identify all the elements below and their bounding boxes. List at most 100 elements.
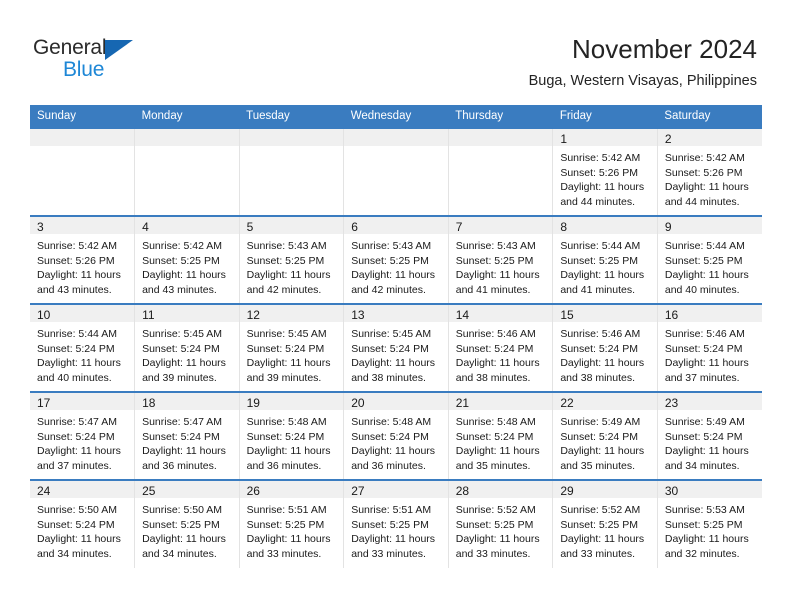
calendar-day-cell[interactable]: 21 Sunrise: 5:48 AM Sunset: 5:24 PM Dayligh… [448,391,554,480]
day-detail-line: Daylight: 11 hours [351,269,436,282]
day-number: 4 [142,220,149,234]
day-detail-line: and 37 minutes. [664,371,740,384]
calendar-day-cell[interactable]: 23 Sunrise: 5:49 AM Sunset: 5:24 PM Dayligh… [657,391,762,480]
day-detail-line: Daylight: 11 hours [142,269,226,282]
day-cell-details: Sunrise: 5:46 AM Sunset: 5:24 PM Daylight:… [658,322,762,385]
calendar-day-cell[interactable]: 27 Sunrise: 5:51 AM Sunset: 5:25 PM Dayligh… [343,479,449,568]
calendar-week-row: 1 Sunrise: 5:42 AM Sunset: 5:26 PM Daylight… [30,127,762,216]
day-number-band: 16 [657,305,762,322]
weekday-header-tuesday: Tuesday [239,105,344,128]
day-detail-line: and 38 minutes. [560,371,636,384]
day-number-band [30,129,135,146]
day-number: 29 [560,484,574,498]
day-cell-details [135,146,239,151]
day-number: 21 [455,396,470,410]
calendar-day-cell[interactable]: 1 Sunrise: 5:42 AM Sunset: 5:26 PM Daylight… [552,127,658,216]
day-cell-details: Sunrise: 5:43 AM Sunset: 5:25 PM Daylight:… [344,234,448,297]
day-number: 14 [455,308,470,322]
calendar-day-cell[interactable]: 11 Sunrise: 5:45 AM Sunset: 5:24 PM Dayligh… [134,303,240,392]
day-detail-line: Sunrise: 5:52 AM [455,504,536,516]
calendar-day-cell[interactable]: 16 Sunrise: 5:46 AM Sunset: 5:24 PM Dayligh… [657,303,762,392]
day-detail-line: Daylight: 11 hours [142,533,226,546]
day-number: 16 [664,308,679,322]
day-detail-line: Sunset: 5:25 PM [246,518,325,531]
calendar-day-cell[interactable]: 24 Sunrise: 5:50 AM Sunset: 5:24 PM Dayligh… [30,479,136,568]
calendar-day-cell[interactable]: 4 Sunrise: 5:42 AM Sunset: 5:25 PM Daylight… [134,215,240,304]
day-detail-line: and 43 minutes. [37,283,112,296]
calendar-day-cell[interactable]: 10 Sunrise: 5:44 AM Sunset: 5:24 PM Dayligh… [30,303,136,392]
day-detail-line: and 44 minutes. [664,195,740,208]
day-detail-line: Daylight: 11 hours [560,357,645,370]
calendar-day-cell[interactable]: 9 Sunrise: 5:44 AM Sunset: 5:25 PM Daylight… [657,215,762,304]
day-number-band: 25 [135,481,239,498]
day-detail-line: Sunset: 5:24 PM [246,430,325,443]
calendar-day-cell[interactable]: 14 Sunrise: 5:46 AM Sunset: 5:24 PM Dayligh… [448,303,554,392]
day-cell-details: Sunrise: 5:46 AM Sunset: 5:24 PM Daylight:… [449,322,553,385]
day-number: 23 [664,396,679,410]
calendar-day-cell[interactable]: 26 Sunrise: 5:51 AM Sunset: 5:25 PM Dayligh… [239,479,345,568]
day-detail-line: Sunset: 5:24 PM [455,342,534,355]
day-cell-details: Sunrise: 5:52 AM Sunset: 5:25 PM Daylight:… [553,498,657,561]
day-detail-line: and 40 minutes. [664,283,740,296]
day-cell-details: Sunrise: 5:48 AM Sunset: 5:24 PM Daylight:… [240,410,344,473]
day-detail-line: Sunset: 5:24 PM [37,342,115,355]
calendar-day-cell[interactable]: 19 Sunrise: 5:48 AM Sunset: 5:24 PM Dayligh… [239,391,345,480]
day-cell-details: Sunrise: 5:44 AM Sunset: 5:25 PM Daylight:… [553,234,657,297]
day-detail-line: Daylight: 11 hours [455,445,540,458]
day-detail-line: and 34 minutes. [664,459,740,472]
day-cell-details: Sunrise: 5:42 AM Sunset: 5:26 PM Daylight:… [553,146,657,209]
page-header: General Blue November 2024 Buga, Western… [0,0,792,103]
day-number: 9 [664,220,672,234]
calendar-day-cell[interactable]: 30 Sunrise: 5:53 AM Sunset: 5:25 PM Dayligh… [657,479,762,568]
day-number: 30 [664,484,679,498]
day-cell-details: Sunrise: 5:42 AM Sunset: 5:26 PM Daylight:… [30,234,134,297]
day-number-band: 30 [657,481,762,498]
day-detail-line: Sunset: 5:24 PM [560,430,638,443]
day-detail-line: Sunset: 5:24 PM [142,430,220,443]
weekday-header-friday: Friday [552,105,658,128]
calendar-day-cell[interactable]: 18 Sunrise: 5:47 AM Sunset: 5:24 PM Dayligh… [134,391,240,480]
day-detail-line: Sunrise: 5:42 AM [142,240,223,252]
calendar-day-cell[interactable]: 5 Sunrise: 5:43 AM Sunset: 5:25 PM Daylight… [239,215,345,304]
calendar-day-cell-empty [30,127,136,216]
calendar-day-cell[interactable]: 22 Sunrise: 5:49 AM Sunset: 5:24 PM Dayligh… [552,391,658,480]
day-detail-line: Sunrise: 5:50 AM [142,504,223,516]
day-number: 3 [37,220,44,234]
generalblue-logo[interactable]: General Blue [33,36,173,84]
day-number-band: 26 [239,481,344,498]
day-number-band: 27 [344,481,448,498]
calendar-day-cell[interactable]: 29 Sunrise: 5:52 AM Sunset: 5:25 PM Dayligh… [552,479,658,568]
calendar-day-cell[interactable]: 15 Sunrise: 5:46 AM Sunset: 5:24 PM Dayligh… [552,303,658,392]
day-cell-details [30,146,134,151]
calendar-day-cell[interactable]: 13 Sunrise: 5:45 AM Sunset: 5:24 PM Dayligh… [343,303,449,392]
calendar-day-cell[interactable]: 17 Sunrise: 5:47 AM Sunset: 5:24 PM Dayligh… [30,391,136,480]
day-number-band: 24 [30,481,135,498]
day-detail-line: Sunrise: 5:44 AM [37,328,117,340]
day-number-band: 23 [657,393,762,410]
day-detail-line: and 42 minutes. [351,283,426,296]
calendar-day-cell[interactable]: 20 Sunrise: 5:48 AM Sunset: 5:24 PM Dayligh… [343,391,449,480]
calendar-day-cell[interactable]: 12 Sunrise: 5:45 AM Sunset: 5:24 PM Dayligh… [239,303,345,392]
calendar-day-cell[interactable]: 28 Sunrise: 5:52 AM Sunset: 5:25 PM Dayligh… [448,479,554,568]
calendar-day-cell[interactable]: 3 Sunrise: 5:42 AM Sunset: 5:26 PM Daylight… [30,215,136,304]
day-number-band: 12 [239,305,344,322]
day-number: 18 [142,396,156,410]
day-detail-line: Daylight: 11 hours [142,445,226,458]
calendar-day-cell[interactable]: 8 Sunrise: 5:44 AM Sunset: 5:25 PM Daylight… [552,215,658,304]
title-block: November 2024 Buga, Western Visayas, Phi… [529,33,757,90]
calendar-day-cell-empty [448,127,554,216]
day-detail-line: Sunrise: 5:44 AM [664,240,745,252]
calendar-day-cell[interactable]: 2 Sunrise: 5:42 AM Sunset: 5:26 PM Daylight… [657,127,762,216]
day-detail-line: Daylight: 11 hours [37,269,121,282]
calendar-day-cell[interactable]: 7 Sunrise: 5:43 AM Sunset: 5:25 PM Daylight… [448,215,554,304]
day-detail-line: Sunrise: 5:42 AM [560,152,641,164]
day-detail-line: Sunset: 5:24 PM [142,342,220,355]
calendar-day-cell[interactable]: 6 Sunrise: 5:43 AM Sunset: 5:25 PM Daylight… [343,215,449,304]
day-number: 11 [142,308,155,322]
day-number: 2 [664,132,672,146]
calendar-day-cell[interactable]: 25 Sunrise: 5:50 AM Sunset: 5:25 PM Dayligh… [134,479,240,568]
day-number-band: 2 [657,129,762,146]
day-number-band: 21 [448,393,553,410]
day-detail-line: Sunrise: 5:48 AM [351,416,432,428]
day-number: 15 [560,308,574,322]
